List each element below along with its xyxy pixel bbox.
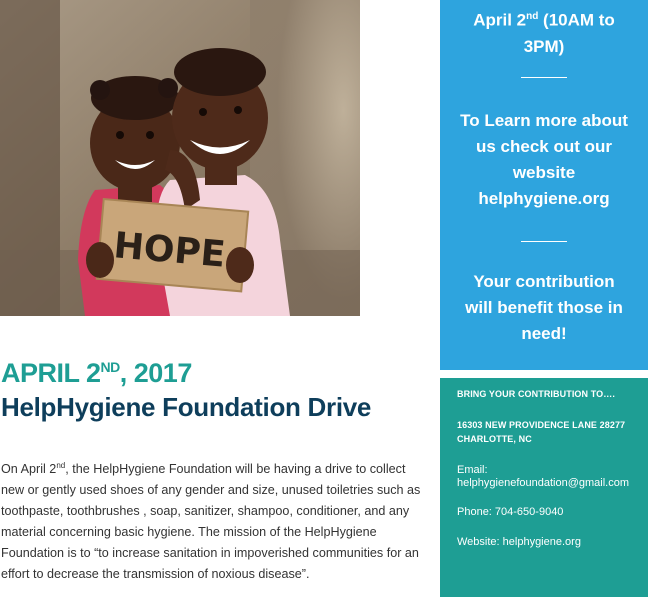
learn-more-text: To Learn more about us check out our web…	[440, 108, 648, 212]
event-time-prefix: April 2	[473, 10, 527, 30]
email-label: Email:	[457, 464, 488, 476]
description-sup: nd	[56, 461, 66, 470]
learn-more-line: website	[512, 163, 576, 182]
address-line-2: CHARLOTTE, NC	[457, 434, 532, 444]
description-prefix: On April 2	[1, 462, 57, 477]
contact-panel: BRING YOUR CONTRIBUTION TO…. 16303 NEW P…	[440, 378, 648, 597]
description-paragraph: On April 2nd, the HelpHygiene Foundation…	[1, 455, 431, 585]
date-heading: APRIL 2ND, 2017	[1, 358, 192, 389]
contribution-line: Your contribution	[473, 272, 615, 291]
hero-photo: HOPE	[0, 0, 360, 316]
learn-more-line: To Learn more about	[460, 111, 628, 130]
event-time-suffix: (10AM to	[538, 10, 615, 30]
website-link[interactable]: helphygiene.org	[440, 186, 648, 212]
children-hope-photo: HOPE	[0, 0, 360, 316]
event-time-line2: 3PM)	[523, 36, 565, 56]
contribution-text: Your contribution will benefit those in …	[440, 269, 648, 347]
email-value[interactable]: helphygienefoundation@gmail.com	[457, 477, 629, 490]
page-title: HelpHygiene Foundation Drive	[1, 392, 372, 422]
date-sup: ND	[100, 359, 121, 375]
date-prefix: APRIL 2	[1, 358, 101, 388]
website-text: Website: helphygiene.org	[457, 536, 581, 548]
date-suffix: , 2017	[119, 358, 193, 388]
event-info-panel: April 2nd (10AM to 3PM) To Learn more ab…	[440, 0, 648, 370]
bring-label: BRING YOUR CONTRIBUTION TO….	[457, 389, 615, 399]
address-line-1: 16303 NEW PROVIDENCE LANE 28277	[457, 420, 626, 430]
divider-2	[521, 241, 567, 242]
contribution-line: need!	[521, 324, 567, 343]
learn-more-line: us check out our	[475, 137, 613, 156]
divider-1	[521, 77, 567, 78]
contribution-line: will benefit those in	[465, 298, 623, 317]
event-time-sup: nd	[526, 11, 539, 22]
description-rest: , the HelpHygiene Foundation will be hav…	[1, 462, 421, 582]
event-time: April 2nd (10AM to 3PM)	[440, 4, 648, 60]
phone-number: Phone: 704-650-9040	[457, 506, 564, 518]
